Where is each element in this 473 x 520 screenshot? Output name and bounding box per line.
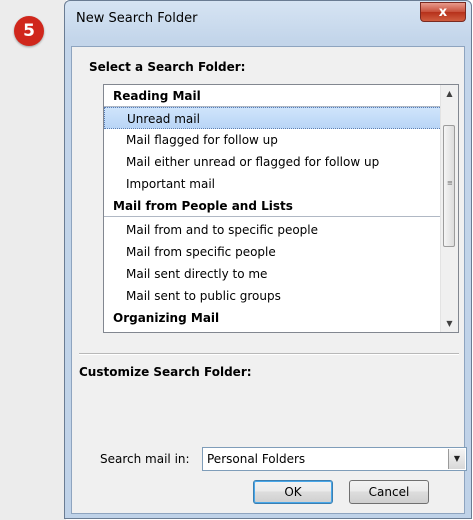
search-folder-list[interactable]: Reading Mail Unread mail Mail flagged fo… [103, 84, 459, 333]
dialog-title: New Search Folder [76, 11, 198, 26]
list-item-from-and-to-people[interactable]: Mail from and to specific people [104, 219, 442, 241]
thumb-grip-icon: ≡ [447, 179, 453, 187]
search-mail-in-select[interactable]: Personal Folders ▼ [202, 447, 467, 471]
list-item-sent-to-public-groups[interactable]: Mail sent to public groups [104, 285, 442, 307]
select-search-folder-label: Select a Search Folder: [89, 60, 246, 74]
group-header-people-and-lists: Mail from People and Lists [104, 195, 442, 217]
search-mail-in-label: Search mail in: [100, 452, 190, 466]
list-item-unread-or-flagged[interactable]: Mail either unread or flagged for follow… [104, 151, 442, 173]
group-header-organizing-mail: Organizing Mail [113, 311, 220, 325]
cancel-button[interactable]: Cancel [349, 480, 429, 504]
dialog-body: Select a Search Folder: Reading Mail Unr… [71, 46, 467, 514]
scroll-up-arrow-icon[interactable]: ▲ [441, 85, 458, 102]
list-item-mail-flagged[interactable]: Mail flagged for follow up [104, 129, 442, 151]
ok-button[interactable]: OK [253, 480, 333, 504]
scroll-thumb[interactable]: ≡ [443, 125, 455, 247]
list-item-unread-mail[interactable]: Unread mail [104, 107, 442, 129]
chevron-down-icon[interactable]: ▼ [448, 449, 465, 469]
close-icon: x [438, 4, 448, 20]
group-header-reading-mail: Reading Mail [104, 85, 442, 107]
list-item-sent-directly-to-me[interactable]: Mail sent directly to me [104, 263, 442, 285]
search-mail-in-value: Personal Folders [207, 452, 306, 466]
customize-search-folder-label: Customize Search Folder: [79, 365, 252, 379]
list-item-important-mail[interactable]: Important mail [104, 173, 442, 195]
new-search-folder-dialog: New Search Folder x Select a Search Fold… [64, 0, 472, 519]
title-bar: New Search Folder x [65, 1, 471, 41]
section-divider [79, 353, 459, 355]
list-item-from-specific-people[interactable]: Mail from specific people [104, 241, 442, 263]
scroll-down-arrow-icon[interactable]: ▼ [441, 315, 458, 332]
step-number-badge: 5 [14, 16, 44, 46]
left-margin-strip [0, 0, 66, 520]
close-button[interactable]: x [420, 2, 466, 22]
list-scrollbar[interactable]: ▲ ≡ ▼ [440, 85, 458, 332]
